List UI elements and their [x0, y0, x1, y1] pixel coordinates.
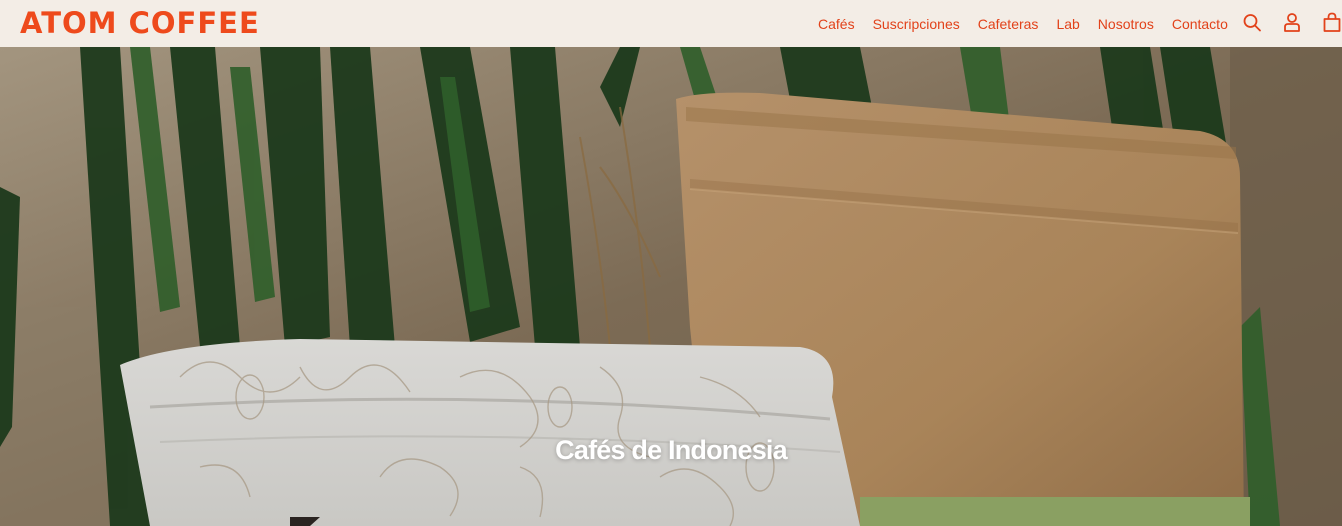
account-icon[interactable] — [1282, 11, 1302, 33]
search-icon[interactable] — [1242, 11, 1262, 33]
hero-title: Cafés de Indonesia — [555, 435, 787, 465]
nav-link-lab[interactable]: Lab — [1056, 15, 1079, 33]
nav-link-contacto[interactable]: Contacto — [1172, 15, 1228, 33]
cart-icon[interactable] — [1322, 11, 1342, 33]
site-header: ATOM COFFEE Cafés Suscripciones Cafetera… — [0, 0, 1342, 47]
header-icons — [1242, 11, 1342, 33]
logo[interactable]: ATOM COFFEE — [20, 7, 260, 40]
nav-link-cafeteras[interactable]: Cafeteras — [978, 15, 1039, 33]
main-nav: Cafés Suscripciones Cafeteras Lab Nosotr… — [818, 15, 1228, 33]
nav-link-suscripciones[interactable]: Suscripciones — [873, 15, 960, 33]
nav-link-nosotros[interactable]: Nosotros — [1098, 15, 1154, 33]
hero-banner[interactable]: Cafés de Indonesia — [0, 47, 1342, 526]
nav-link-cafes[interactable]: Cafés — [818, 15, 855, 33]
